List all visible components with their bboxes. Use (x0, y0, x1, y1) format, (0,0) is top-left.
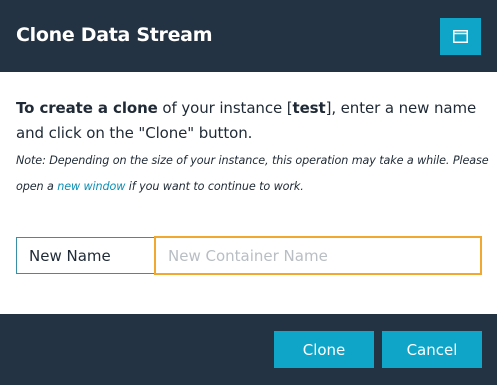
new-window-link[interactable]: new window (57, 180, 125, 193)
cancel-button[interactable]: Cancel (382, 331, 482, 368)
dialog-header: Clone Data Stream (0, 0, 497, 72)
clone-button[interactable]: Clone (274, 331, 374, 368)
intro-bold-lead: To create a clone (16, 99, 158, 117)
clone-dialog: Clone Data Stream To create a clone of y… (0, 0, 497, 385)
instance-name: test (292, 99, 326, 117)
new-name-label-box: New Name (16, 237, 155, 274)
new-name-input[interactable] (154, 236, 482, 275)
window-maximize-icon (453, 30, 468, 43)
dialog-title: Clone Data Stream (16, 24, 213, 46)
note-text: Note: Depending on the size of your inst… (16, 148, 490, 200)
dialog-body: To create a clone of your instance [test… (0, 72, 497, 314)
dialog-footer: Clone Cancel (0, 314, 497, 385)
intro-text-part-1: of your instance [ (157, 99, 293, 117)
intro-text: To create a clone of your instance [test… (16, 96, 486, 146)
maximize-button[interactable] (440, 18, 481, 55)
new-name-label: New Name (29, 247, 111, 265)
note-text-part-2: if you want to continue to work. (125, 180, 304, 193)
